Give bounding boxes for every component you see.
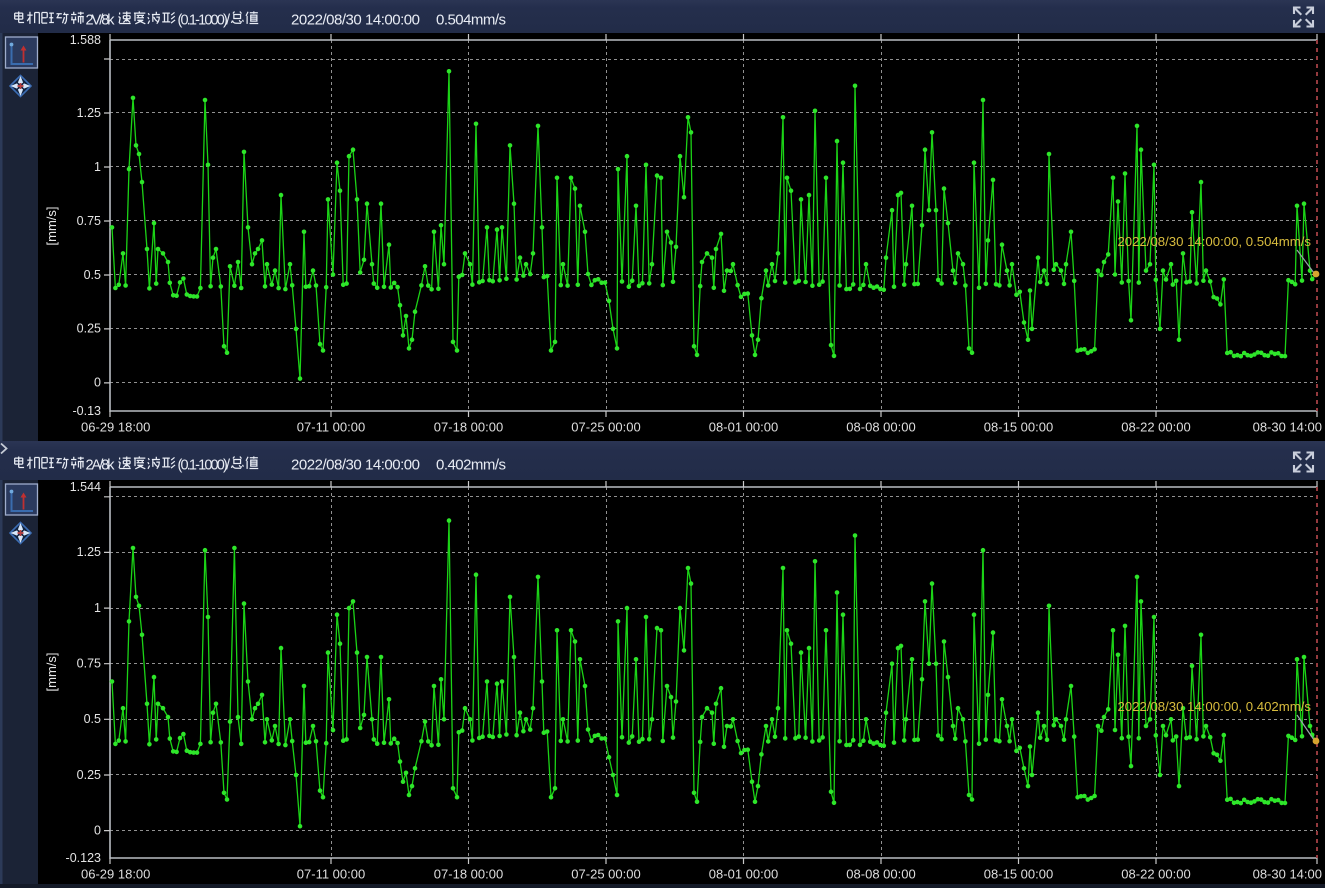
svg-text:0.5: 0.5 [84, 268, 101, 282]
svg-text:0.25: 0.25 [77, 322, 101, 336]
svg-text:0.504mm/s: 0.504mm/s [436, 11, 506, 28]
svg-text:08-22 00:00: 08-22 00:00 [1121, 867, 1190, 882]
svg-text:1: 1 [94, 601, 101, 615]
svg-text:08-30 14:00: 08-30 14:00 [1253, 420, 1322, 435]
svg-text:07-11 00:00: 07-11 00:00 [297, 867, 365, 882]
svg-text:08-15 00:00: 08-15 00:00 [984, 420, 1053, 435]
svg-text:08-01 00:00: 08-01 00:00 [709, 420, 778, 435]
svg-text:08-22 00:00: 08-22 00:00 [1121, 420, 1190, 435]
svg-text:2A/8k: 2A/8k [86, 457, 116, 473]
svg-text:2022/08/30 14:00:00: 2022/08/30 14:00:00 [291, 456, 420, 473]
svg-text:0.5: 0.5 [84, 712, 101, 726]
svg-text:0: 0 [94, 823, 101, 837]
svg-text:0.402mm/s: 0.402mm/s [436, 456, 506, 473]
svg-text:08-30 14:00: 08-30 14:00 [1253, 867, 1322, 882]
svg-text:08-01 00:00: 08-01 00:00 [709, 867, 778, 882]
svg-text:(0.1-1000)/: (0.1-1000)/ [178, 457, 231, 473]
svg-text:2022/08/30 14:00:00, 0.402mm/s: 2022/08/30 14:00:00, 0.402mm/s [1117, 699, 1311, 714]
svg-text:-0.123: -0.123 [66, 851, 101, 865]
svg-text:06-29 18:00: 06-29 18:00 [81, 867, 150, 882]
svg-text:0.25: 0.25 [77, 768, 101, 782]
svg-text:07-25 00:00: 07-25 00:00 [571, 867, 640, 882]
svg-text:2V/8k: 2V/8k [86, 12, 116, 28]
svg-text:0.75: 0.75 [77, 214, 101, 228]
svg-text:08-15 00:00: 08-15 00:00 [984, 867, 1053, 882]
svg-text:08-08 00:00: 08-08 00:00 [846, 867, 915, 882]
svg-text:1.25: 1.25 [77, 106, 101, 120]
svg-text:[mm/s]: [mm/s] [44, 653, 59, 692]
svg-text:2022/08/30 14:00:00: 2022/08/30 14:00:00 [291, 11, 420, 28]
svg-text:07-18 00:00: 07-18 00:00 [434, 420, 503, 435]
svg-text:07-25 00:00: 07-25 00:00 [571, 420, 640, 435]
svg-text:[mm/s]: [mm/s] [44, 207, 59, 246]
svg-text:1: 1 [94, 160, 101, 174]
svg-text:06-29 18:00: 06-29 18:00 [81, 420, 150, 435]
svg-text:07-11 00:00: 07-11 00:00 [297, 420, 365, 435]
svg-text:08-08 00:00: 08-08 00:00 [846, 420, 915, 435]
svg-text:07-18 00:00: 07-18 00:00 [434, 867, 503, 882]
svg-text:1.588: 1.588 [70, 33, 101, 47]
svg-text:-0.13: -0.13 [73, 404, 102, 418]
svg-text:2022/08/30 14:00:00, 0.504mm/s: 2022/08/30 14:00:00, 0.504mm/s [1117, 234, 1311, 249]
svg-text:(0.1-1000)/: (0.1-1000)/ [178, 12, 231, 28]
svg-text:0.75: 0.75 [77, 656, 101, 670]
svg-text:0: 0 [94, 376, 101, 390]
svg-text:1.25: 1.25 [77, 545, 101, 559]
svg-text:1.544: 1.544 [70, 480, 101, 494]
